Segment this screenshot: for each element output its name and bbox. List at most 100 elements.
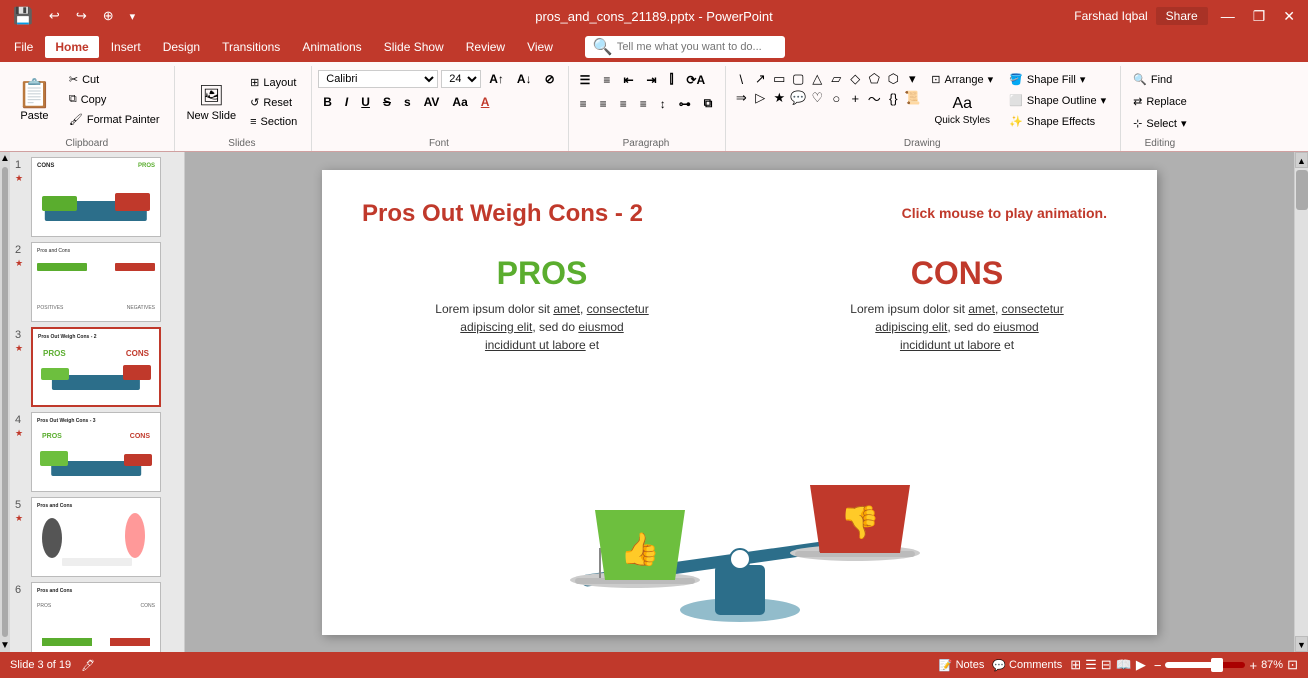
copy-button[interactable]: ⧉ Copy (63, 90, 166, 109)
section-button[interactable]: ≡ Section (244, 113, 303, 131)
find-button[interactable]: 🔍 Find (1127, 70, 1193, 89)
comments-button[interactable]: 💬 Comments (992, 659, 1062, 672)
shape-cross[interactable]: + (846, 89, 864, 107)
align-center-button[interactable]: ≡ (595, 95, 612, 113)
layout-button[interactable]: ⊞ Layout (244, 73, 303, 92)
shape-effects-button[interactable]: ✨ Shape Effects (1003, 112, 1112, 131)
share-button[interactable]: Share (1156, 7, 1208, 25)
clear-format-button[interactable]: ⊘ (540, 70, 560, 88)
quick-styles-button[interactable]: Aa Quick Styles (925, 91, 999, 130)
reset-button[interactable]: ↺ Reset (244, 93, 303, 112)
shape-more[interactable]: ▾ (903, 70, 921, 88)
line-spacing-button[interactable]: ↕ (655, 95, 671, 113)
shape-rt-arrow[interactable]: ⇒ (732, 89, 750, 107)
decrease-font-button[interactable]: A↓ (512, 70, 537, 88)
search-input[interactable] (617, 41, 777, 53)
zoom-out-button[interactable]: − (1154, 658, 1162, 673)
slide-canvas[interactable]: Pros Out Weigh Cons - 2 Click mouse to p… (322, 170, 1157, 635)
strikethrough-button[interactable]: S (378, 93, 396, 111)
slide-thumb-5[interactable]: 5 ★ Pros and Cons (15, 497, 179, 577)
font-color-button[interactable]: A (476, 93, 495, 111)
shape-parallelogram[interactable]: ▱ (827, 70, 845, 88)
menu-animations[interactable]: Animations (292, 36, 371, 58)
new-slide-button[interactable]: 🖼 New Slide (181, 79, 243, 126)
numbering-button[interactable]: ≡ (598, 71, 615, 89)
select-button[interactable]: ⊹ Select▾ (1127, 114, 1193, 133)
menu-insert[interactable]: Insert (101, 36, 151, 58)
arrange-button[interactable]: ⊡ Arrange▾ (925, 70, 999, 89)
increase-font-button[interactable]: A↑ (484, 70, 509, 88)
notes-button[interactable]: 📝 Notes (939, 659, 984, 672)
right-scrollbar[interactable]: ▲ ▼ (1294, 152, 1308, 652)
align-text-button[interactable]: ⊶ (674, 95, 696, 113)
redo-button[interactable]: ↪ (71, 6, 92, 26)
bullets-button[interactable]: ☰ (575, 71, 596, 89)
presenter-view-button[interactable]: ▶ (1136, 657, 1146, 673)
accessibility-button[interactable]: ⊕ (98, 6, 119, 26)
shape-heart[interactable]: ♡ (808, 89, 826, 107)
menu-home[interactable]: Home (45, 36, 98, 58)
normal-view-button[interactable]: ⊞ (1070, 657, 1081, 673)
shape-penta[interactable]: ⬠ (865, 70, 883, 88)
slide-sorter-button[interactable]: ⊟ (1101, 657, 1112, 673)
menu-view[interactable]: View (517, 36, 563, 58)
customize-button[interactable]: ▾ (125, 8, 141, 25)
menu-review[interactable]: Review (456, 36, 515, 58)
char-spacing-button[interactable]: AV (419, 93, 445, 111)
underline-button[interactable]: U (356, 93, 375, 111)
fit-button[interactable]: ⊡ (1287, 657, 1298, 673)
menu-design[interactable]: Design (153, 36, 210, 58)
columns-button[interactable]: ⫿ (665, 70, 679, 89)
shape-callout[interactable]: 💬 (789, 89, 807, 107)
menu-file[interactable]: File (4, 36, 43, 58)
outline-view-button[interactable]: ☰ (1085, 657, 1097, 673)
smartart-button[interactable]: ⧉ (699, 94, 718, 113)
zoom-in-button[interactable]: + (1249, 658, 1257, 673)
paste-button[interactable]: 📋 Paste (8, 70, 61, 129)
slide-thumb-2[interactable]: 2 ★ Pros and Cons POSITIVES NEGATIVES (15, 242, 179, 322)
font-name-select[interactable]: Calibri (318, 70, 438, 88)
increase-indent-button[interactable]: ⇥ (642, 71, 662, 89)
shape-fill-button[interactable]: 🪣 Shape Fill▾ (1003, 70, 1112, 89)
shape-bracket[interactable]: {} (884, 89, 902, 107)
decrease-indent-button[interactable]: ⇤ (618, 71, 638, 89)
justify-button[interactable]: ≡ (635, 95, 652, 113)
undo-button[interactable]: ↩ (44, 6, 65, 26)
slide-thumb-3[interactable]: 3 ★ Pros Out Weigh Cons - 2 PROS CONS (15, 327, 179, 407)
format-painter-button[interactable]: 🖌 Format Painter (63, 110, 166, 129)
align-right-button[interactable]: ≡ (615, 95, 632, 113)
bold-button[interactable]: B (318, 93, 337, 111)
shape-wave[interactable]: 〜 (865, 89, 883, 107)
shape-line[interactable]: \ (732, 70, 750, 88)
align-left-button[interactable]: ≡ (575, 95, 592, 113)
cut-button[interactable]: ✂ Cut (63, 70, 166, 89)
slide-thumb-4[interactable]: 4 ★ Pros Out Weigh Cons - 3 PROS CONS (15, 412, 179, 492)
slide-thumb-6[interactable]: 6 Pros and Cons PROS CONS (15, 582, 179, 652)
close-button[interactable]: ✕ (1278, 6, 1300, 27)
menu-transitions[interactable]: Transitions (212, 36, 290, 58)
shape-process[interactable]: ▷ (751, 89, 769, 107)
scroll-right-down-button[interactable]: ▼ (1295, 636, 1308, 652)
left-scrollbar[interactable]: ▲ ▼ (0, 152, 10, 652)
app-icon[interactable]: 💾 (8, 4, 38, 28)
text-direction-button[interactable]: ⟳A (681, 71, 710, 89)
slide-thumb-1[interactable]: 1 ★ CONS PROS (15, 157, 179, 237)
shape-arrow[interactable]: ↗ (751, 70, 769, 88)
shape-scroll[interactable]: 📜 (903, 89, 921, 107)
minimize-button[interactable]: — (1216, 6, 1240, 26)
zoom-thumb[interactable] (1211, 658, 1223, 672)
shape-rounded-rect[interactable]: ▢ (789, 70, 807, 88)
shape-oval[interactable]: ○ (827, 89, 845, 107)
shape-rect[interactable]: ▭ (770, 70, 788, 88)
zoom-slider[interactable] (1165, 662, 1245, 668)
reading-view-button[interactable]: 📖 (1116, 657, 1132, 673)
font-case-button[interactable]: Aa (447, 93, 472, 111)
restore-button[interactable]: ❐ (1248, 6, 1271, 27)
shape-diamond[interactable]: ◇ (846, 70, 864, 88)
shape-outline-button[interactable]: ⬜ Shape Outline▾ (1003, 91, 1112, 110)
shape-hex[interactable]: ⬡ (884, 70, 902, 88)
font-size-select[interactable]: 24 (441, 70, 481, 88)
italic-button[interactable]: I (340, 93, 353, 111)
menu-slideshow[interactable]: Slide Show (374, 36, 454, 58)
scroll-right-up-button[interactable]: ▲ (1295, 152, 1308, 168)
